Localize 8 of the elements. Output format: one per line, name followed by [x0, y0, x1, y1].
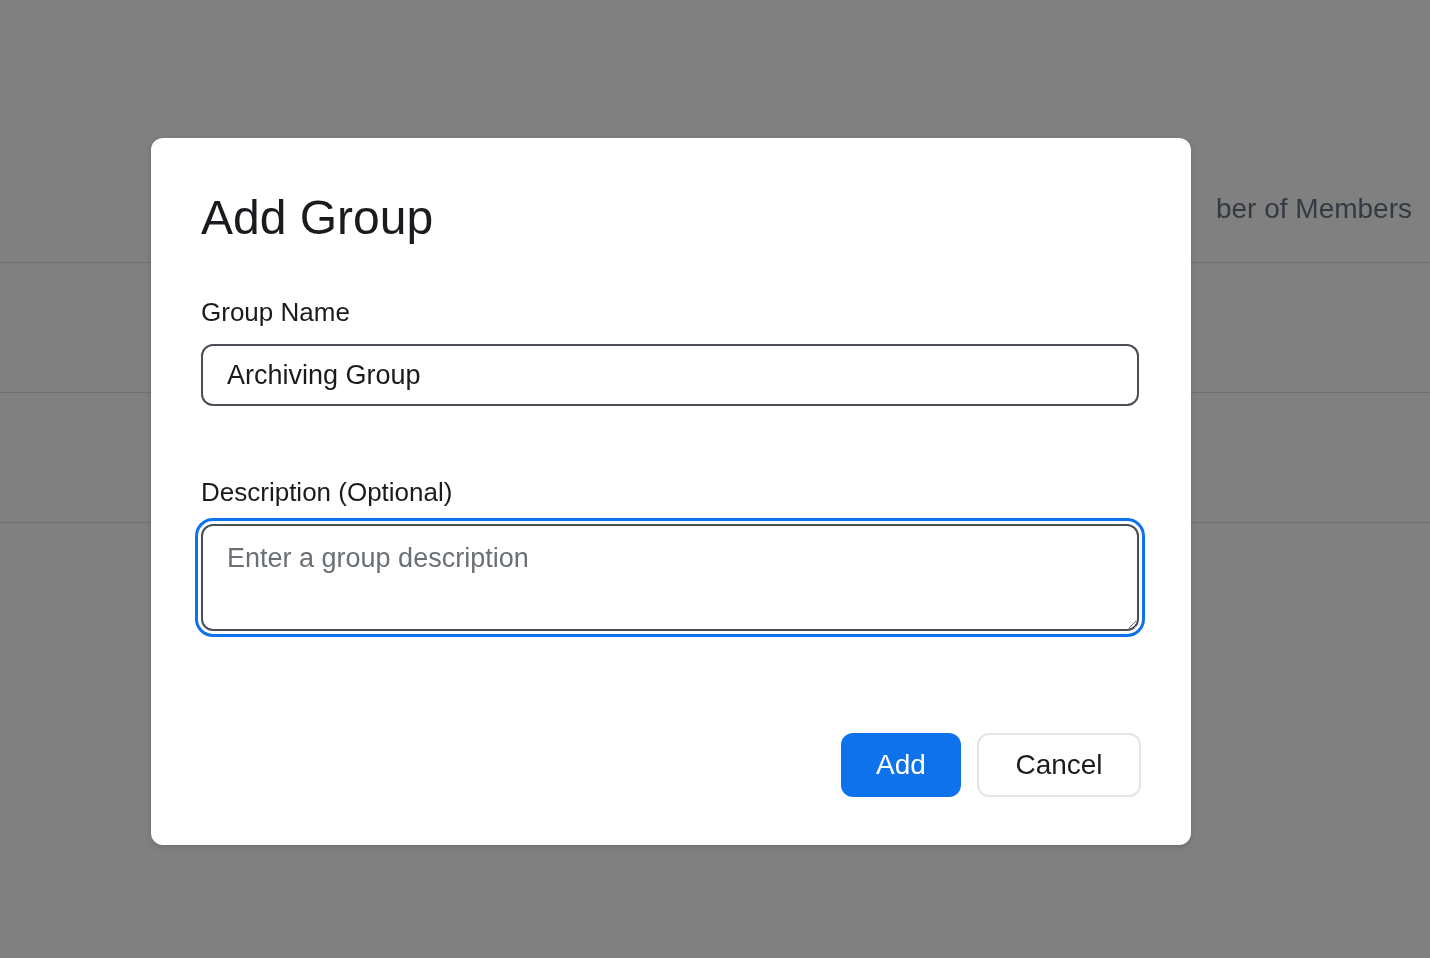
add-button[interactable]: Add	[841, 733, 961, 797]
description-field[interactable]: Enter a group description	[201, 524, 1139, 631]
dialog-title: Add Group	[201, 190, 435, 246]
field-label: Group Name	[201, 296, 351, 328]
field-label: Description (Optional)	[201, 476, 454, 508]
name-field[interactable]: Archiving Group	[201, 344, 1139, 406]
column-header: ber of Members	[1215, 192, 1412, 226]
cancel-button[interactable]: Cancel	[977, 733, 1141, 797]
